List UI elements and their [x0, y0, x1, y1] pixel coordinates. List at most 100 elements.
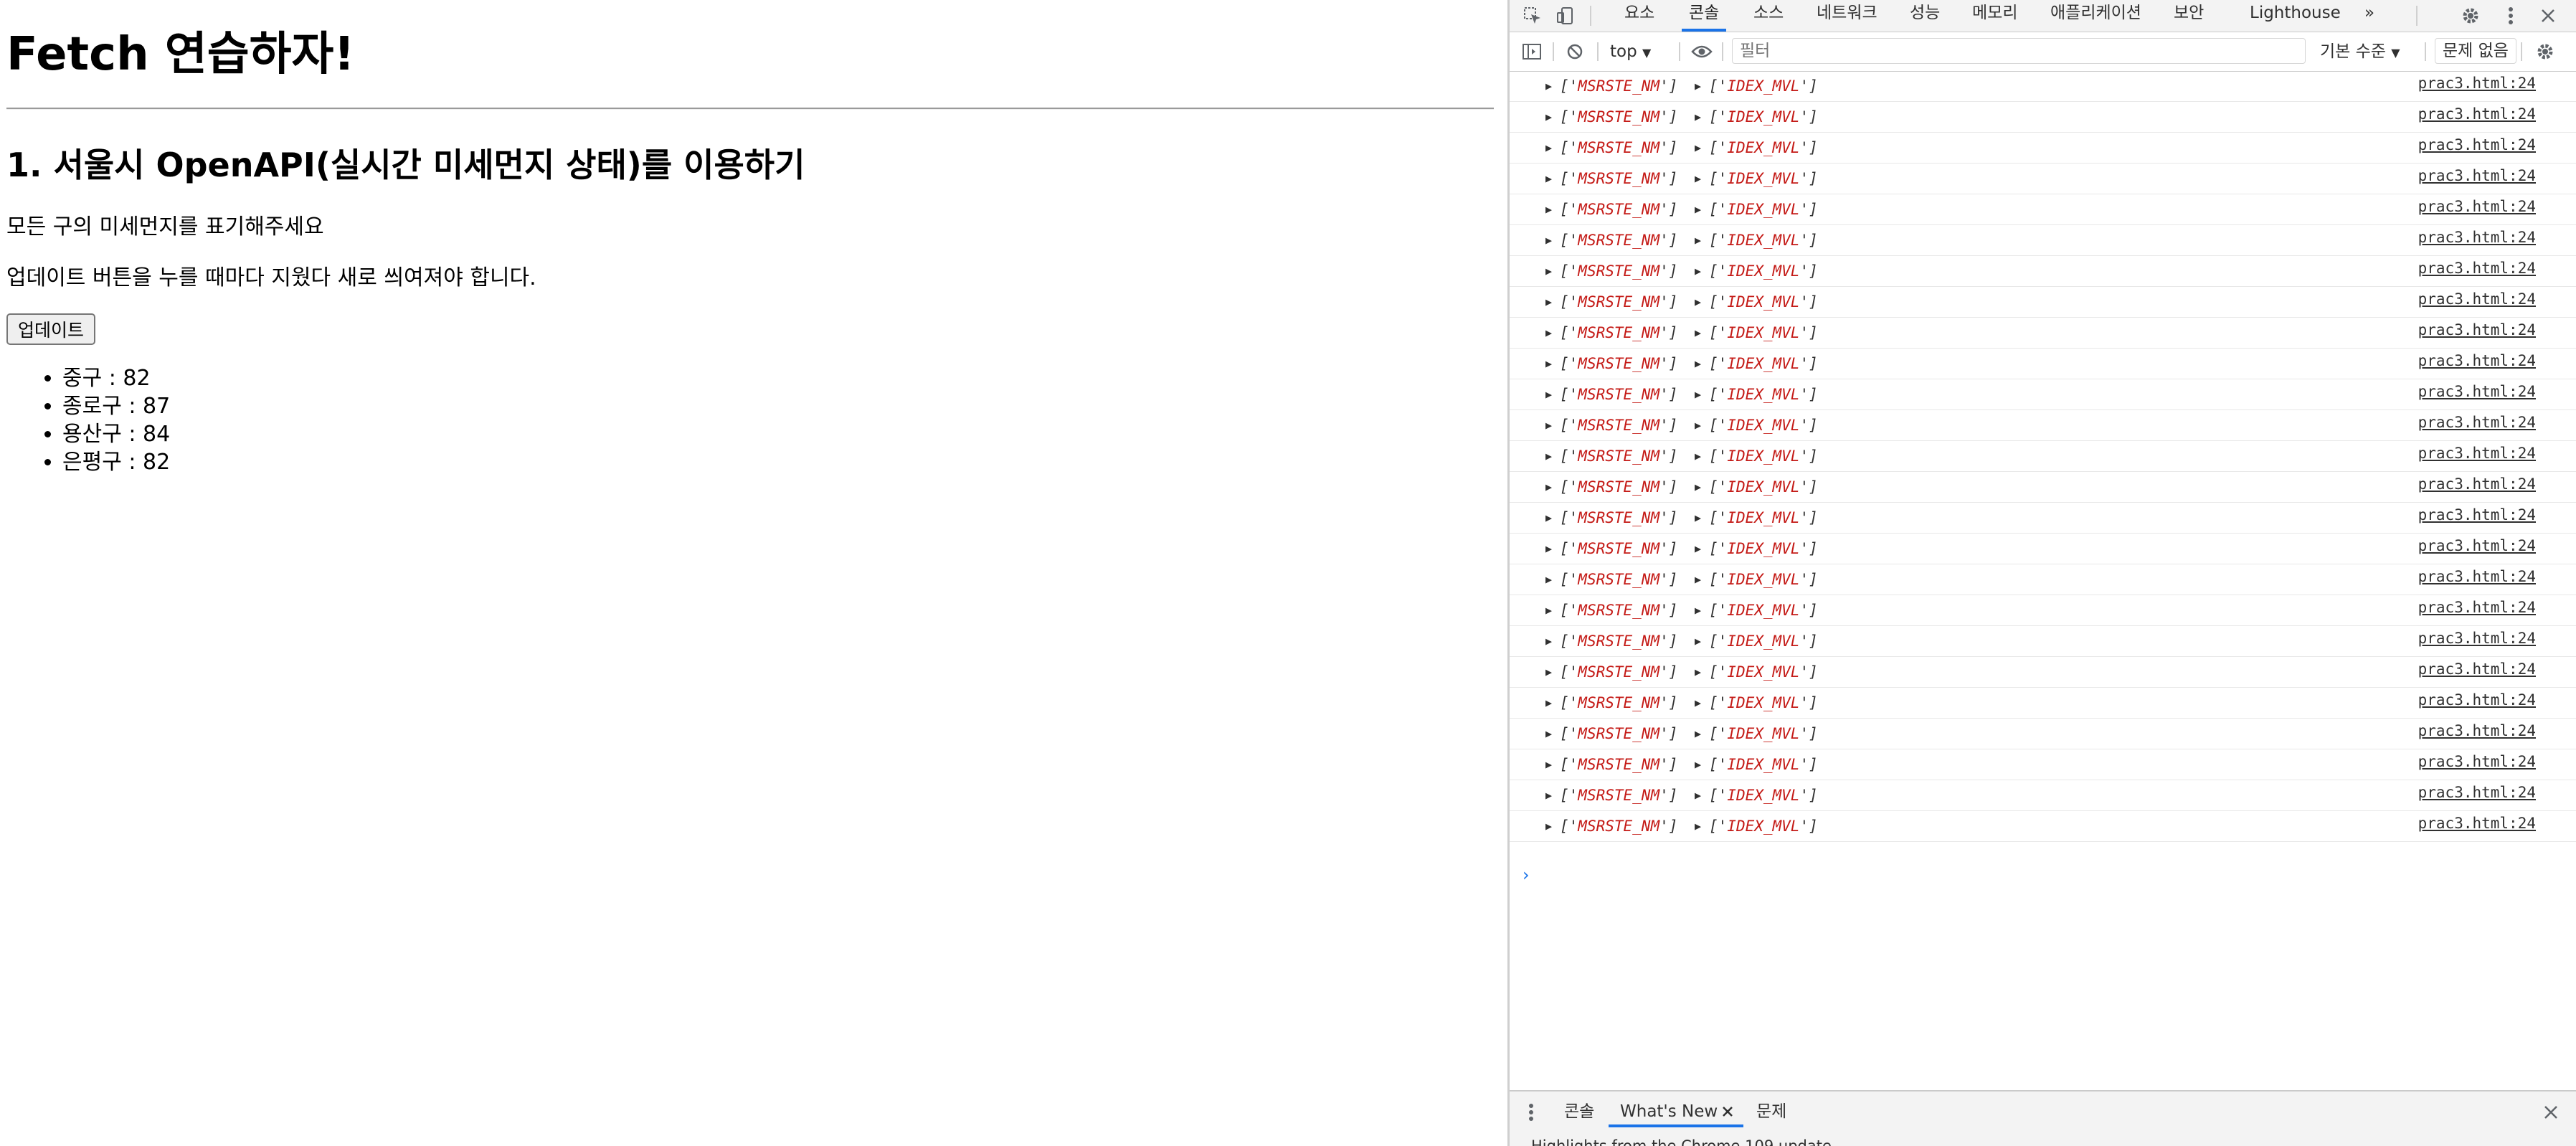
- log-arg-array[interactable]: ['MSRSTE_NM']: [1560, 349, 1677, 379]
- console-log-row[interactable]: ▶ ['MSRSTE_NM'] ▶ ['IDEX_MVL'] prac3.html:24: [1510, 688, 2576, 719]
- tab-lighthouse[interactable]: Lighthouse: [2250, 0, 2341, 32]
- expand-triangle-icon[interactable]: ▶: [1545, 595, 1552, 626]
- log-arg-array[interactable]: ['IDEX_MVL']: [1709, 410, 1818, 441]
- console-log-row[interactable]: ▶ ['MSRSTE_NM'] ▶ ['IDEX_MVL'] prac3.html:24: [1510, 534, 2576, 564]
- log-arg-array[interactable]: ['IDEX_MVL']: [1709, 102, 1818, 133]
- log-arg-array[interactable]: ['IDEX_MVL']: [1709, 780, 1818, 811]
- console-log-row[interactable]: ▶ ['MSRSTE_NM'] ▶ ['IDEX_MVL'] prac3.html:24: [1510, 410, 2576, 441]
- console-log-row[interactable]: ▶ ['MSRSTE_NM'] ▶ ['IDEX_MVL'] prac3.html:24: [1510, 71, 2576, 102]
- filter-input[interactable]: [1732, 38, 2306, 64]
- eye-icon[interactable]: [1687, 39, 1716, 64]
- log-source-link[interactable]: prac3.html:24: [2418, 315, 2536, 346]
- tab-performance[interactable]: 성능: [1910, 0, 1940, 32]
- console-log-row[interactable]: ▶ ['MSRSTE_NM'] ▶ ['IDEX_MVL'] prac3.html:24: [1510, 194, 2576, 225]
- log-source-link[interactable]: prac3.html:24: [2418, 808, 2536, 839]
- console-settings-icon[interactable]: [2532, 39, 2558, 64]
- log-arg-array[interactable]: ['IDEX_MVL']: [1709, 595, 1818, 626]
- console-log-row[interactable]: ▶ ['MSRSTE_NM'] ▶ ['IDEX_MVL'] prac3.html:24: [1510, 133, 2576, 164]
- expand-triangle-icon[interactable]: ▶: [1545, 657, 1552, 688]
- log-arg-array[interactable]: ['IDEX_MVL']: [1709, 225, 1818, 256]
- console-log-row[interactable]: ▶ ['MSRSTE_NM'] ▶ ['IDEX_MVL'] prac3.html:24: [1510, 657, 2576, 688]
- expand-triangle-icon[interactable]: ▶: [1545, 318, 1552, 349]
- console-log-row[interactable]: ▶ ['MSRSTE_NM'] ▶ ['IDEX_MVL'] prac3.html:24: [1510, 349, 2576, 379]
- log-arg-array[interactable]: ['MSRSTE_NM']: [1560, 811, 1677, 842]
- log-arg-array[interactable]: ['IDEX_MVL']: [1709, 749, 1818, 780]
- expand-triangle-icon[interactable]: ▶: [1695, 564, 1701, 595]
- console-log-row[interactable]: ▶ ['MSRSTE_NM'] ▶ ['IDEX_MVL'] prac3.html:24: [1510, 102, 2576, 133]
- inspect-icon[interactable]: [1520, 3, 1545, 29]
- drawer-tab-whats-new[interactable]: What's New: [1608, 1097, 1744, 1127]
- kebab-menu-icon[interactable]: [2498, 3, 2524, 29]
- log-arg-array[interactable]: ['IDEX_MVL']: [1709, 318, 1818, 349]
- console-log-row[interactable]: ▶ ['MSRSTE_NM'] ▶ ['IDEX_MVL'] prac3.html:24: [1510, 225, 2576, 256]
- log-arg-array[interactable]: ['IDEX_MVL']: [1709, 133, 1818, 164]
- tab-sources[interactable]: 소스: [1753, 0, 1784, 32]
- expand-triangle-icon[interactable]: ▶: [1695, 749, 1701, 780]
- expand-triangle-icon[interactable]: ▶: [1545, 441, 1552, 472]
- log-source-link[interactable]: prac3.html:24: [2418, 161, 2536, 191]
- log-source-link[interactable]: prac3.html:24: [2418, 222, 2536, 253]
- expand-triangle-icon[interactable]: ▶: [1695, 503, 1701, 534]
- log-levels-dropdown[interactable]: 기본 수준 ▼: [2320, 39, 2400, 65]
- expand-triangle-icon[interactable]: ▶: [1695, 256, 1701, 287]
- expand-triangle-icon[interactable]: ▶: [1695, 534, 1701, 564]
- log-source-link[interactable]: prac3.html:24: [2418, 407, 2536, 438]
- expand-triangle-icon[interactable]: ▶: [1695, 657, 1701, 688]
- log-arg-array[interactable]: ['IDEX_MVL']: [1709, 441, 1818, 472]
- expand-triangle-icon[interactable]: ▶: [1545, 811, 1552, 842]
- console-log-row[interactable]: ▶ ['MSRSTE_NM'] ▶ ['IDEX_MVL'] prac3.html:24: [1510, 626, 2576, 657]
- log-source-link[interactable]: prac3.html:24: [2418, 685, 2536, 716]
- expand-triangle-icon[interactable]: ▶: [1545, 225, 1552, 256]
- log-source-link[interactable]: prac3.html:24: [2418, 130, 2536, 161]
- log-source-link[interactable]: prac3.html:24: [2418, 716, 2536, 747]
- console-log-row[interactable]: ▶ ['MSRSTE_NM'] ▶ ['IDEX_MVL'] prac3.html:24: [1510, 318, 2576, 349]
- expand-triangle-icon[interactable]: ▶: [1695, 318, 1701, 349]
- device-toggle-icon[interactable]: [1553, 3, 1578, 29]
- log-source-link[interactable]: prac3.html:24: [2418, 777, 2536, 808]
- expand-triangle-icon[interactable]: ▶: [1545, 194, 1552, 225]
- sidebar-toggle-icon[interactable]: [1520, 39, 1544, 64]
- expand-triangle-icon[interactable]: ▶: [1695, 287, 1701, 318]
- drawer-tab-console[interactable]: 콘솔: [1564, 1097, 1594, 1126]
- expand-triangle-icon[interactable]: ▶: [1695, 719, 1701, 749]
- log-arg-array[interactable]: ['IDEX_MVL']: [1709, 719, 1818, 749]
- log-arg-array[interactable]: ['MSRSTE_NM']: [1560, 719, 1677, 749]
- log-source-link[interactable]: prac3.html:24: [2418, 623, 2536, 654]
- log-arg-array[interactable]: ['IDEX_MVL']: [1709, 503, 1818, 534]
- tab-elements[interactable]: 요소: [1624, 0, 1654, 32]
- log-arg-array[interactable]: ['IDEX_MVL']: [1709, 688, 1818, 719]
- close-tab-icon[interactable]: [1719, 1102, 1736, 1122]
- console-log-row[interactable]: ▶ ['MSRSTE_NM'] ▶ ['IDEX_MVL'] prac3.html:24: [1510, 379, 2576, 410]
- log-arg-array[interactable]: ['MSRSTE_NM']: [1560, 133, 1677, 164]
- expand-triangle-icon[interactable]: ▶: [1695, 225, 1701, 256]
- log-arg-array[interactable]: ['MSRSTE_NM']: [1560, 194, 1677, 225]
- console-prompt[interactable]: ›: [1523, 865, 1530, 885]
- expand-triangle-icon[interactable]: ▶: [1545, 379, 1552, 410]
- log-arg-array[interactable]: ['MSRSTE_NM']: [1560, 564, 1677, 595]
- log-arg-array[interactable]: ['MSRSTE_NM']: [1560, 534, 1677, 564]
- close-drawer-icon[interactable]: [2539, 1100, 2562, 1124]
- expand-triangle-icon[interactable]: ▶: [1545, 349, 1552, 379]
- log-arg-array[interactable]: ['IDEX_MVL']: [1709, 71, 1818, 102]
- log-source-link[interactable]: prac3.html:24: [2418, 654, 2536, 685]
- log-source-link[interactable]: prac3.html:24: [2418, 562, 2536, 592]
- log-source-link[interactable]: prac3.html:24: [2418, 99, 2536, 130]
- tab-network[interactable]: 네트워크: [1817, 0, 1877, 32]
- console-log-row[interactable]: ▶ ['MSRSTE_NM'] ▶ ['IDEX_MVL'] prac3.html:24: [1510, 811, 2576, 842]
- expand-triangle-icon[interactable]: ▶: [1545, 780, 1552, 811]
- console-log-row[interactable]: ▶ ['MSRSTE_NM'] ▶ ['IDEX_MVL'] prac3.html:24: [1510, 780, 2576, 811]
- expand-triangle-icon[interactable]: ▶: [1545, 256, 1552, 287]
- log-arg-array[interactable]: ['MSRSTE_NM']: [1560, 164, 1677, 194]
- log-source-link[interactable]: prac3.html:24: [2418, 284, 2536, 315]
- log-arg-array[interactable]: ['IDEX_MVL']: [1709, 811, 1818, 842]
- log-arg-array[interactable]: ['MSRSTE_NM']: [1560, 102, 1677, 133]
- log-arg-array[interactable]: ['MSRSTE_NM']: [1560, 71, 1677, 102]
- console-log-row[interactable]: ▶ ['MSRSTE_NM'] ▶ ['IDEX_MVL'] prac3.html:24: [1510, 564, 2576, 595]
- console-log-row[interactable]: ▶ ['MSRSTE_NM'] ▶ ['IDEX_MVL'] prac3.html:24: [1510, 256, 2576, 287]
- log-arg-array[interactable]: ['MSRSTE_NM']: [1560, 780, 1677, 811]
- log-arg-array[interactable]: ['IDEX_MVL']: [1709, 472, 1818, 503]
- log-arg-array[interactable]: ['MSRSTE_NM']: [1560, 225, 1677, 256]
- log-source-link[interactable]: prac3.html:24: [2418, 68, 2536, 99]
- issues-button[interactable]: 문제 없음: [2435, 38, 2516, 64]
- tab-memory[interactable]: 메모리: [1972, 0, 2017, 32]
